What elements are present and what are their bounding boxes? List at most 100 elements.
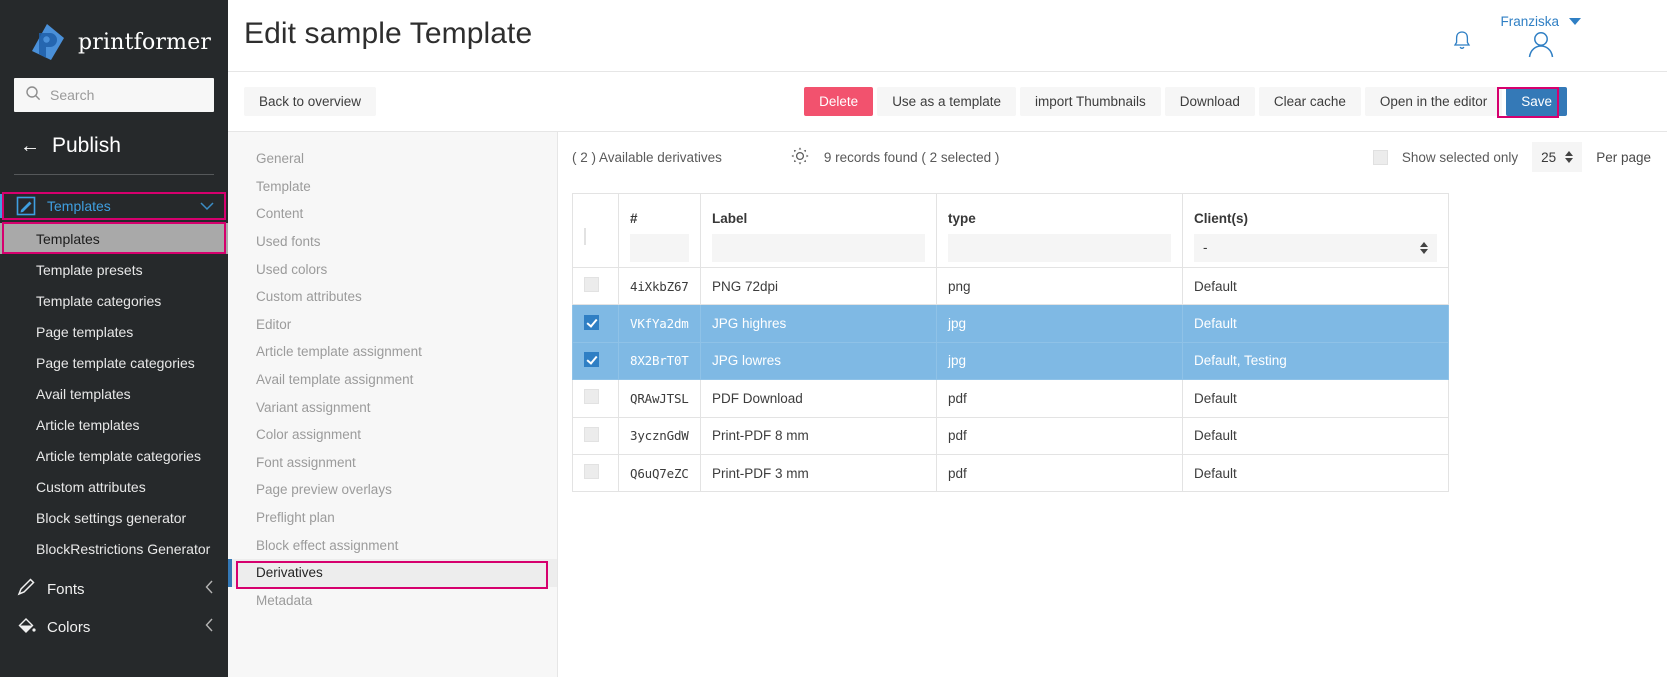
subnav-item-avail-template-assignment[interactable]: Avail template assignment <box>228 366 557 394</box>
user-avatar-icon[interactable] <box>1524 31 1558 64</box>
cell-type: pdf <box>937 380 1183 417</box>
row-checkbox-cell[interactable] <box>573 268 619 305</box>
show-selected-only-label: Show selected only <box>1402 150 1518 165</box>
row-checkbox-cell[interactable] <box>573 380 619 417</box>
row-checkbox-cell[interactable] <box>573 454 619 491</box>
subnav-item-variant-assignment[interactable]: Variant assignment <box>228 393 557 421</box>
sidebar-item-label: Block settings generator <box>36 510 186 526</box>
row-checkbox-cell[interactable] <box>573 305 619 342</box>
derivatives-header: ( 2 ) Available derivatives 9 records fo… <box>558 132 1667 182</box>
sidebar-item-block-settings-generator[interactable]: Block settings generator <box>0 502 228 533</box>
chevron-down-icon[interactable] <box>200 198 214 214</box>
download-button[interactable]: Download <box>1165 87 1255 116</box>
chevron-left-icon[interactable] <box>205 618 214 636</box>
subnav-item-page-preview-overlays[interactable]: Page preview overlays <box>228 476 557 504</box>
user-name-row[interactable]: Franziska <box>1500 14 1581 29</box>
row-checkbox-cell[interactable] <box>573 342 619 379</box>
sidebar-item-label: BlockRestrictions Generator <box>36 541 210 557</box>
subnav-item-derivatives[interactable]: Derivatives <box>228 559 557 587</box>
filter-input-id[interactable] <box>630 234 689 262</box>
row-checkbox[interactable] <box>584 427 599 442</box>
open-in-editor-button[interactable]: Open in the editor <box>1365 87 1502 116</box>
column-header-select-all[interactable] <box>573 194 619 268</box>
chevron-left-icon[interactable] <box>205 580 214 598</box>
filter-input-label[interactable] <box>712 234 925 262</box>
sidebar-item-custom-attributes[interactable]: Custom attributes <box>0 471 228 502</box>
subnav-label: Derivatives <box>256 565 323 580</box>
cell-id: QRAwJTSL <box>619 380 701 417</box>
row-checkbox[interactable] <box>584 315 599 330</box>
table-row[interactable]: 4iXkbZ67 PNG 72dpi png Default <box>573 268 1449 305</box>
sidebar-item-fonts[interactable]: Fonts <box>0 570 228 608</box>
sidebar-group-templates[interactable]: Templates <box>0 189 228 223</box>
subnav-item-template[interactable]: Template <box>228 173 557 201</box>
subnav-item-editor[interactable]: Editor <box>228 311 557 339</box>
delete-button[interactable]: Delete <box>804 87 873 116</box>
back-to-overview-button[interactable]: Back to overview <box>244 87 376 116</box>
subnav-item-preflight-plan[interactable]: Preflight plan <box>228 504 557 532</box>
subnav-item-font-assignment[interactable]: Font assignment <box>228 449 557 477</box>
sidebar-item-label: Custom attributes <box>36 479 146 495</box>
subnav-item-used-colors[interactable]: Used colors <box>228 255 557 283</box>
subnav-item-custom-attributes[interactable]: Custom attributes <box>228 283 557 311</box>
spinner-icon[interactable] <box>1565 151 1573 163</box>
subnav-item-metadata[interactable]: Metadata <box>228 587 557 615</box>
gear-icon[interactable] <box>790 146 810 169</box>
brand[interactable]: printformer <box>0 0 228 64</box>
column-label: type <box>948 211 976 226</box>
table-row[interactable]: Q6uQ7eZC Print-PDF 3 mm pdf Default <box>573 454 1449 491</box>
filter-input-type[interactable] <box>948 234 1171 262</box>
search-box[interactable] <box>14 78 214 112</box>
table-row[interactable]: QRAwJTSL PDF Download pdf Default <box>573 380 1449 417</box>
sidebar-item-article-template-categories[interactable]: Article template categories <box>0 440 228 471</box>
records-found-text: 9 records found ( 2 selected ) <box>824 150 1000 165</box>
column-header-type[interactable]: type <box>937 194 1183 268</box>
sidebar-item-page-templates[interactable]: Page templates <box>0 316 228 347</box>
sidebar-item-blockrestrictions-generator[interactable]: BlockRestrictions Generator <box>0 533 228 564</box>
sidebar-item-page-template-categories[interactable]: Page template categories <box>0 347 228 378</box>
subnav-item-article-template-assignment[interactable]: Article template assignment <box>228 338 557 366</box>
subnav-item-general[interactable]: General <box>228 145 557 173</box>
sidebar-item-templates[interactable]: Templates <box>0 223 228 254</box>
sidebar-item-colors[interactable]: Colors <box>0 608 228 646</box>
row-checkbox[interactable] <box>584 277 599 292</box>
row-checkbox[interactable] <box>584 352 599 367</box>
row-checkbox[interactable] <box>584 464 599 479</box>
table-row[interactable]: 3ycznGdW Print-PDF 8 mm pdf Default <box>573 417 1449 454</box>
user-menu[interactable]: Franziska <box>1500 14 1581 64</box>
table-row[interactable]: 8X2BrT0T JPG lowres jpg Default, Testing <box>573 342 1449 379</box>
select-all-checkbox[interactable] <box>584 228 586 245</box>
sidebar-item-template-categories[interactable]: Template categories <box>0 285 228 316</box>
spinner-icon[interactable] <box>1420 242 1428 254</box>
cell-label: Print-PDF 3 mm <box>701 454 937 491</box>
column-header-label[interactable]: Label <box>701 194 937 268</box>
import-thumbnails-button[interactable]: import Thumbnails <box>1020 87 1161 116</box>
subnav-item-color-assignment[interactable]: Color assignment <box>228 421 557 449</box>
row-checkbox[interactable] <box>584 389 599 404</box>
table-row[interactable]: VKfYa2dm JPG highres jpg Default <box>573 305 1449 342</box>
bell-icon[interactable] <box>1452 14 1472 57</box>
sidebar-group-label: Templates <box>47 198 111 214</box>
column-label: # <box>630 211 638 226</box>
subnav-item-content[interactable]: Content <box>228 200 557 228</box>
subnav-item-block-effect-assignment[interactable]: Block effect assignment <box>228 531 557 559</box>
chevron-down-icon[interactable] <box>1569 18 1581 25</box>
filter-select-clients[interactable]: - <box>1194 234 1437 262</box>
save-button[interactable]: Save <box>1506 87 1567 116</box>
publish-label: Publish <box>52 134 121 158</box>
search-input[interactable] <box>50 87 203 103</box>
sidebar-item-avail-templates[interactable]: Avail templates <box>0 378 228 409</box>
sidebar-item-article-templates[interactable]: Article templates <box>0 409 228 440</box>
show-selected-only-checkbox[interactable] <box>1373 150 1388 165</box>
back-to-publish[interactable]: ← Publish <box>0 112 228 158</box>
row-checkbox-cell[interactable] <box>573 417 619 454</box>
sidebar-item-template-presets[interactable]: Template presets <box>0 254 228 285</box>
per-page-select[interactable]: 25 <box>1532 142 1582 172</box>
column-header-id[interactable]: # <box>619 194 701 268</box>
use-as-template-button[interactable]: Use as a template <box>877 87 1016 116</box>
cell-clients: Default <box>1183 305 1449 342</box>
subnav-item-used-fonts[interactable]: Used fonts <box>228 228 557 256</box>
clear-cache-button[interactable]: Clear cache <box>1259 87 1361 116</box>
column-label: Client(s) <box>1194 211 1248 226</box>
column-header-clients[interactable]: Client(s) - <box>1183 194 1449 268</box>
